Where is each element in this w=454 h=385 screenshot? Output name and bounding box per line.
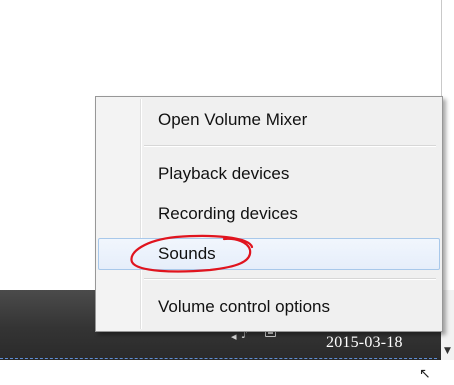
menu-separator: [144, 145, 436, 147]
mouse-cursor-icon: ↖: [419, 366, 431, 382]
bottom-strip: [0, 360, 454, 385]
menu-separator: [144, 278, 436, 280]
menu-item-playback-devices[interactable]: Playback devices: [98, 158, 440, 190]
menu-item-label: Sounds: [158, 244, 216, 263]
clock-date[interactable]: 2015-03-18: [326, 334, 403, 352]
menu-item-label: Playback devices: [158, 164, 290, 183]
menu-item-label: Open Volume Mixer: [158, 110, 308, 129]
menu-item-volume-control-options[interactable]: Volume control options: [98, 291, 440, 323]
volume-context-menu: Open Volume Mixer Playback devices Recor…: [95, 96, 443, 332]
focus-dashed-border: [0, 358, 437, 359]
menu-item-label: Recording devices: [158, 204, 298, 223]
menu-item-sounds[interactable]: Sounds: [98, 238, 440, 270]
menu-item-open-volume-mixer[interactable]: Open Volume Mixer: [98, 104, 440, 136]
chevron-down-icon[interactable]: ▼: [442, 346, 453, 356]
menu-item-recording-devices[interactable]: Recording devices: [98, 198, 440, 230]
menu-item-label: Volume control options: [158, 297, 330, 316]
